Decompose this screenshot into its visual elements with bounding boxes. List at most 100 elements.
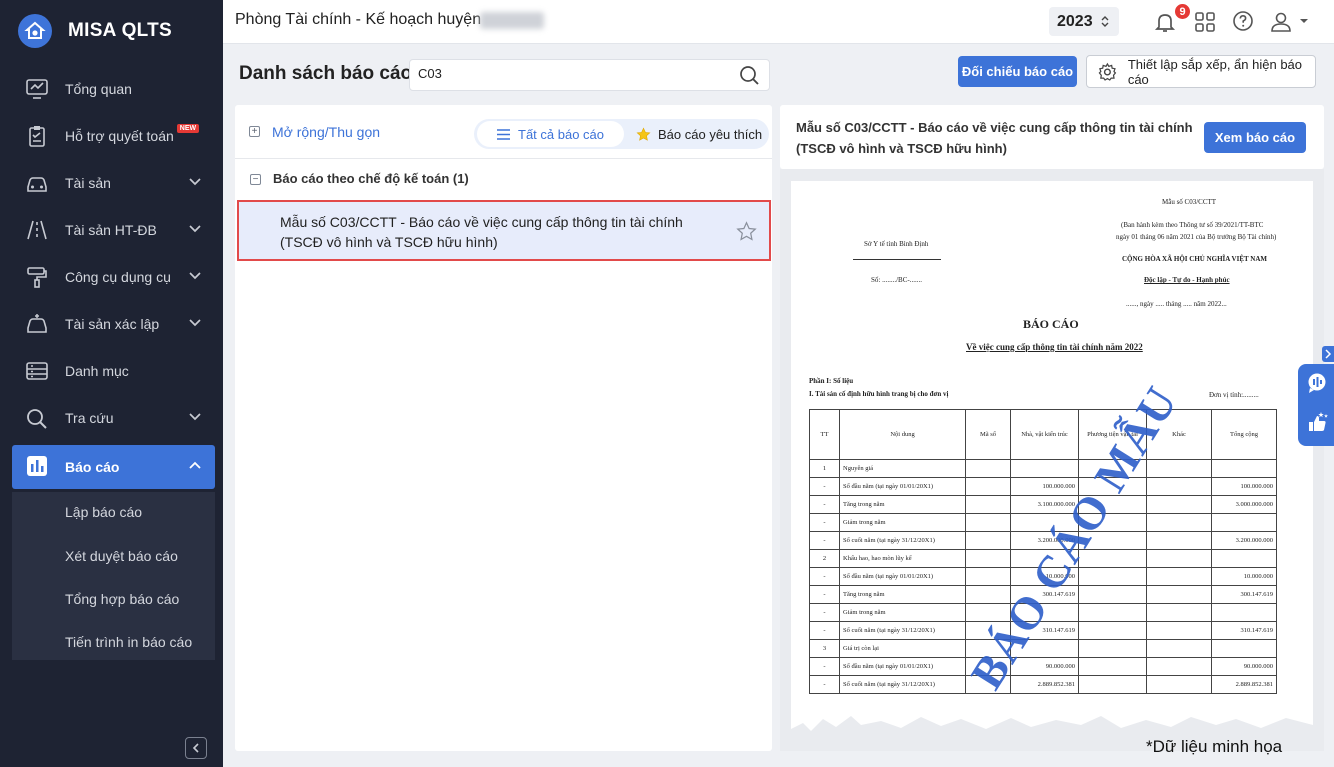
help-icon[interactable] xyxy=(1232,10,1254,32)
search-icon[interactable] xyxy=(739,65,760,86)
report-group-title[interactable]: Báo cáo theo chế độ kế toán (1) xyxy=(273,171,469,186)
table-row: - Số đầu năm (tại ngày 01/01/20X1) 100.000… xyxy=(809,477,1277,496)
clipboard-check-icon xyxy=(29,126,45,147)
sort-visibility-settings-button[interactable]: Thiết lập sắp xếp, ẩn hiện báo cáo xyxy=(1086,55,1316,88)
table-row: - Số đầu năm (tại ngày 01/01/20X1) 90.000.… xyxy=(809,657,1277,676)
table-cell: 100.000.000 xyxy=(1211,477,1277,496)
paper-subheading: Về việc cung cấp thông tin tài chính năm… xyxy=(966,342,1143,352)
paper-date: ......, ngày ..... tháng ..... năm 2022.… xyxy=(1126,300,1227,308)
apps-grid-icon[interactable] xyxy=(1194,11,1216,33)
redacted-org-suffix xyxy=(480,12,544,29)
table-cell: Số đầu năm (tại ngày 01/01/20X1) xyxy=(839,567,966,586)
table-cell xyxy=(1211,549,1277,568)
table-cell xyxy=(1078,621,1147,640)
report-filter-tabs: Tất cả báo cáo Báo cáo yêu thích xyxy=(474,119,769,149)
table-cell xyxy=(965,513,1011,532)
thumbs-up-stars-icon[interactable] xyxy=(1306,411,1328,433)
expand-collapse-toggle[interactable]: Mở rộng/Thu gọn xyxy=(272,124,380,140)
sidebar-item-tools[interactable]: Công cụ dụng cụ xyxy=(12,256,215,298)
submenu-item-create-report[interactable]: Lập báo cáo xyxy=(65,504,142,520)
year-value: 2023 xyxy=(1057,12,1093,30)
paper-section: I. Tài sản cố định hữu hình trang bị cho… xyxy=(809,390,949,398)
sidebar-item-label: Tài sản HT-ĐB xyxy=(65,222,157,238)
sidebar-item-assets[interactable]: Tài sản xyxy=(12,162,215,204)
table-cell: Tăng trong năm xyxy=(839,585,966,604)
sidebar-item-label: Tra cứu xyxy=(65,410,114,426)
table-cell xyxy=(1146,477,1212,496)
table-cell xyxy=(1146,621,1212,640)
table-cell: Số cuối năm (tại ngày 31/12/20X1) xyxy=(839,675,966,694)
top-header: Phòng Tài chính - Kế hoạch huyện 2023 9 xyxy=(223,0,1334,44)
submenu-item-print-progress[interactable]: Tiến trình in báo cáo xyxy=(65,634,192,650)
compare-reports-button[interactable]: Đối chiếu báo cáo xyxy=(958,56,1077,87)
year-selector[interactable]: 2023 xyxy=(1049,7,1119,36)
table-cell xyxy=(1211,513,1277,532)
paper-part: Phần I: Số liệu xyxy=(809,377,854,385)
panel-expand-tab[interactable] xyxy=(1322,346,1334,362)
expand-plus-icon[interactable]: + xyxy=(249,126,260,137)
monitor-chart-icon xyxy=(26,79,48,99)
report-search-input[interactable] xyxy=(418,66,718,81)
submenu-item-aggregate-report[interactable]: Tổng hợp báo cáo xyxy=(65,591,179,607)
table-cell: Số đầu năm (tại ngày 01/01/20X1) xyxy=(839,657,966,676)
table-cell xyxy=(1146,675,1212,694)
table-cell xyxy=(965,549,1011,568)
table-cell xyxy=(1078,657,1147,676)
table-cell xyxy=(965,567,1011,586)
sidebar-item-lookup[interactable]: Tra cứu xyxy=(12,397,215,439)
table-row: - Tăng trong năm 3.100.000.000 3.000.000.00… xyxy=(809,495,1277,514)
table-cell: - xyxy=(809,603,840,622)
table-cell: Số cuối năm (tại ngày 31/12/20X1) xyxy=(839,531,966,550)
car-icon xyxy=(27,177,47,192)
report-search-box[interactable] xyxy=(409,59,770,91)
report-row-title: Mẫu số C03/CCTT - Báo cáo về việc cung c… xyxy=(280,214,683,250)
table-cell: 300.147.619 xyxy=(1211,585,1277,604)
sidebar-item-label: Tổng quan xyxy=(65,81,132,97)
collapse-minus-icon[interactable]: − xyxy=(250,174,261,185)
sidebar-item-catalog[interactable]: Danh mục xyxy=(12,350,215,392)
table-cell: 3.000.000.000 xyxy=(1211,495,1277,514)
tab-favorite-reports[interactable]: Báo cáo yêu thích xyxy=(636,121,766,147)
app-logo-icon[interactable] xyxy=(18,14,52,48)
table-cell xyxy=(1078,567,1147,586)
sidebar-item-infrastructure[interactable]: Tài sản HT-ĐB xyxy=(12,209,215,251)
star-outline-icon[interactable] xyxy=(736,221,757,242)
table-cell: Giá trị còn lại xyxy=(839,639,966,658)
paper-divider xyxy=(853,259,941,260)
sidebar-item-reports[interactable]: Báo cáo xyxy=(12,445,215,489)
caret-down-icon[interactable] xyxy=(1299,17,1309,25)
chat-bubble-icon[interactable] xyxy=(1306,372,1328,394)
report-row-selected[interactable]: Mẫu số C03/CCTT - Báo cáo về việc cung c… xyxy=(237,200,771,261)
user-avatar-icon[interactable] xyxy=(1269,10,1293,34)
paper-number: Số: ......../BC-....... xyxy=(871,276,922,284)
table-cell: 2.889.852.381 xyxy=(1010,675,1079,694)
table-cell xyxy=(1146,639,1212,658)
bar-chart-icon xyxy=(27,456,47,476)
submenu-item-approve-report[interactable]: Xét duyệt báo cáo xyxy=(65,548,178,564)
illustrative-data-footnote: *Dữ liệu minh họa xyxy=(1146,737,1283,756)
collapse-sidebar-button[interactable] xyxy=(185,737,207,759)
sidebar-item-established-assets[interactable]: Tài sản xác lập xyxy=(12,303,215,345)
report-preview-area[interactable]: Mẫu số C03/CCTT (Ban hành kèm theo Thông… xyxy=(780,169,1324,751)
table-cell xyxy=(1078,603,1147,622)
star-filled-icon xyxy=(636,126,651,141)
chevron-down-icon xyxy=(189,413,201,421)
sidebar-item-overview[interactable]: Tổng quan xyxy=(12,68,215,110)
paper-heading: BÁO CÁO xyxy=(1023,317,1079,331)
gear-icon xyxy=(1098,62,1117,81)
app-name: MISA QLTS xyxy=(68,20,173,41)
table-cell: - xyxy=(809,585,840,604)
chevron-left-icon xyxy=(192,743,199,753)
tab-fav-label: Báo cáo yêu thích xyxy=(658,126,763,142)
table-header-cell: Mã số xyxy=(965,409,1011,460)
sidebar-item-label: Danh mục xyxy=(65,363,129,379)
table-cell: 3.200.000.000 xyxy=(1211,531,1277,550)
table-cell: 1 xyxy=(809,459,840,478)
view-report-button[interactable]: Xem báo cáo xyxy=(1204,122,1306,153)
table-cell: 2.889.852.381 xyxy=(1211,675,1277,694)
table-cell xyxy=(1146,585,1212,604)
tab-all-reports[interactable]: Tất cả báo cáo xyxy=(477,121,624,147)
sidebar-item-settlement[interactable]: Hỗ trợ quyết toán NEW xyxy=(12,115,215,157)
paint-roller-icon xyxy=(27,267,47,288)
table-cell xyxy=(965,459,1011,478)
